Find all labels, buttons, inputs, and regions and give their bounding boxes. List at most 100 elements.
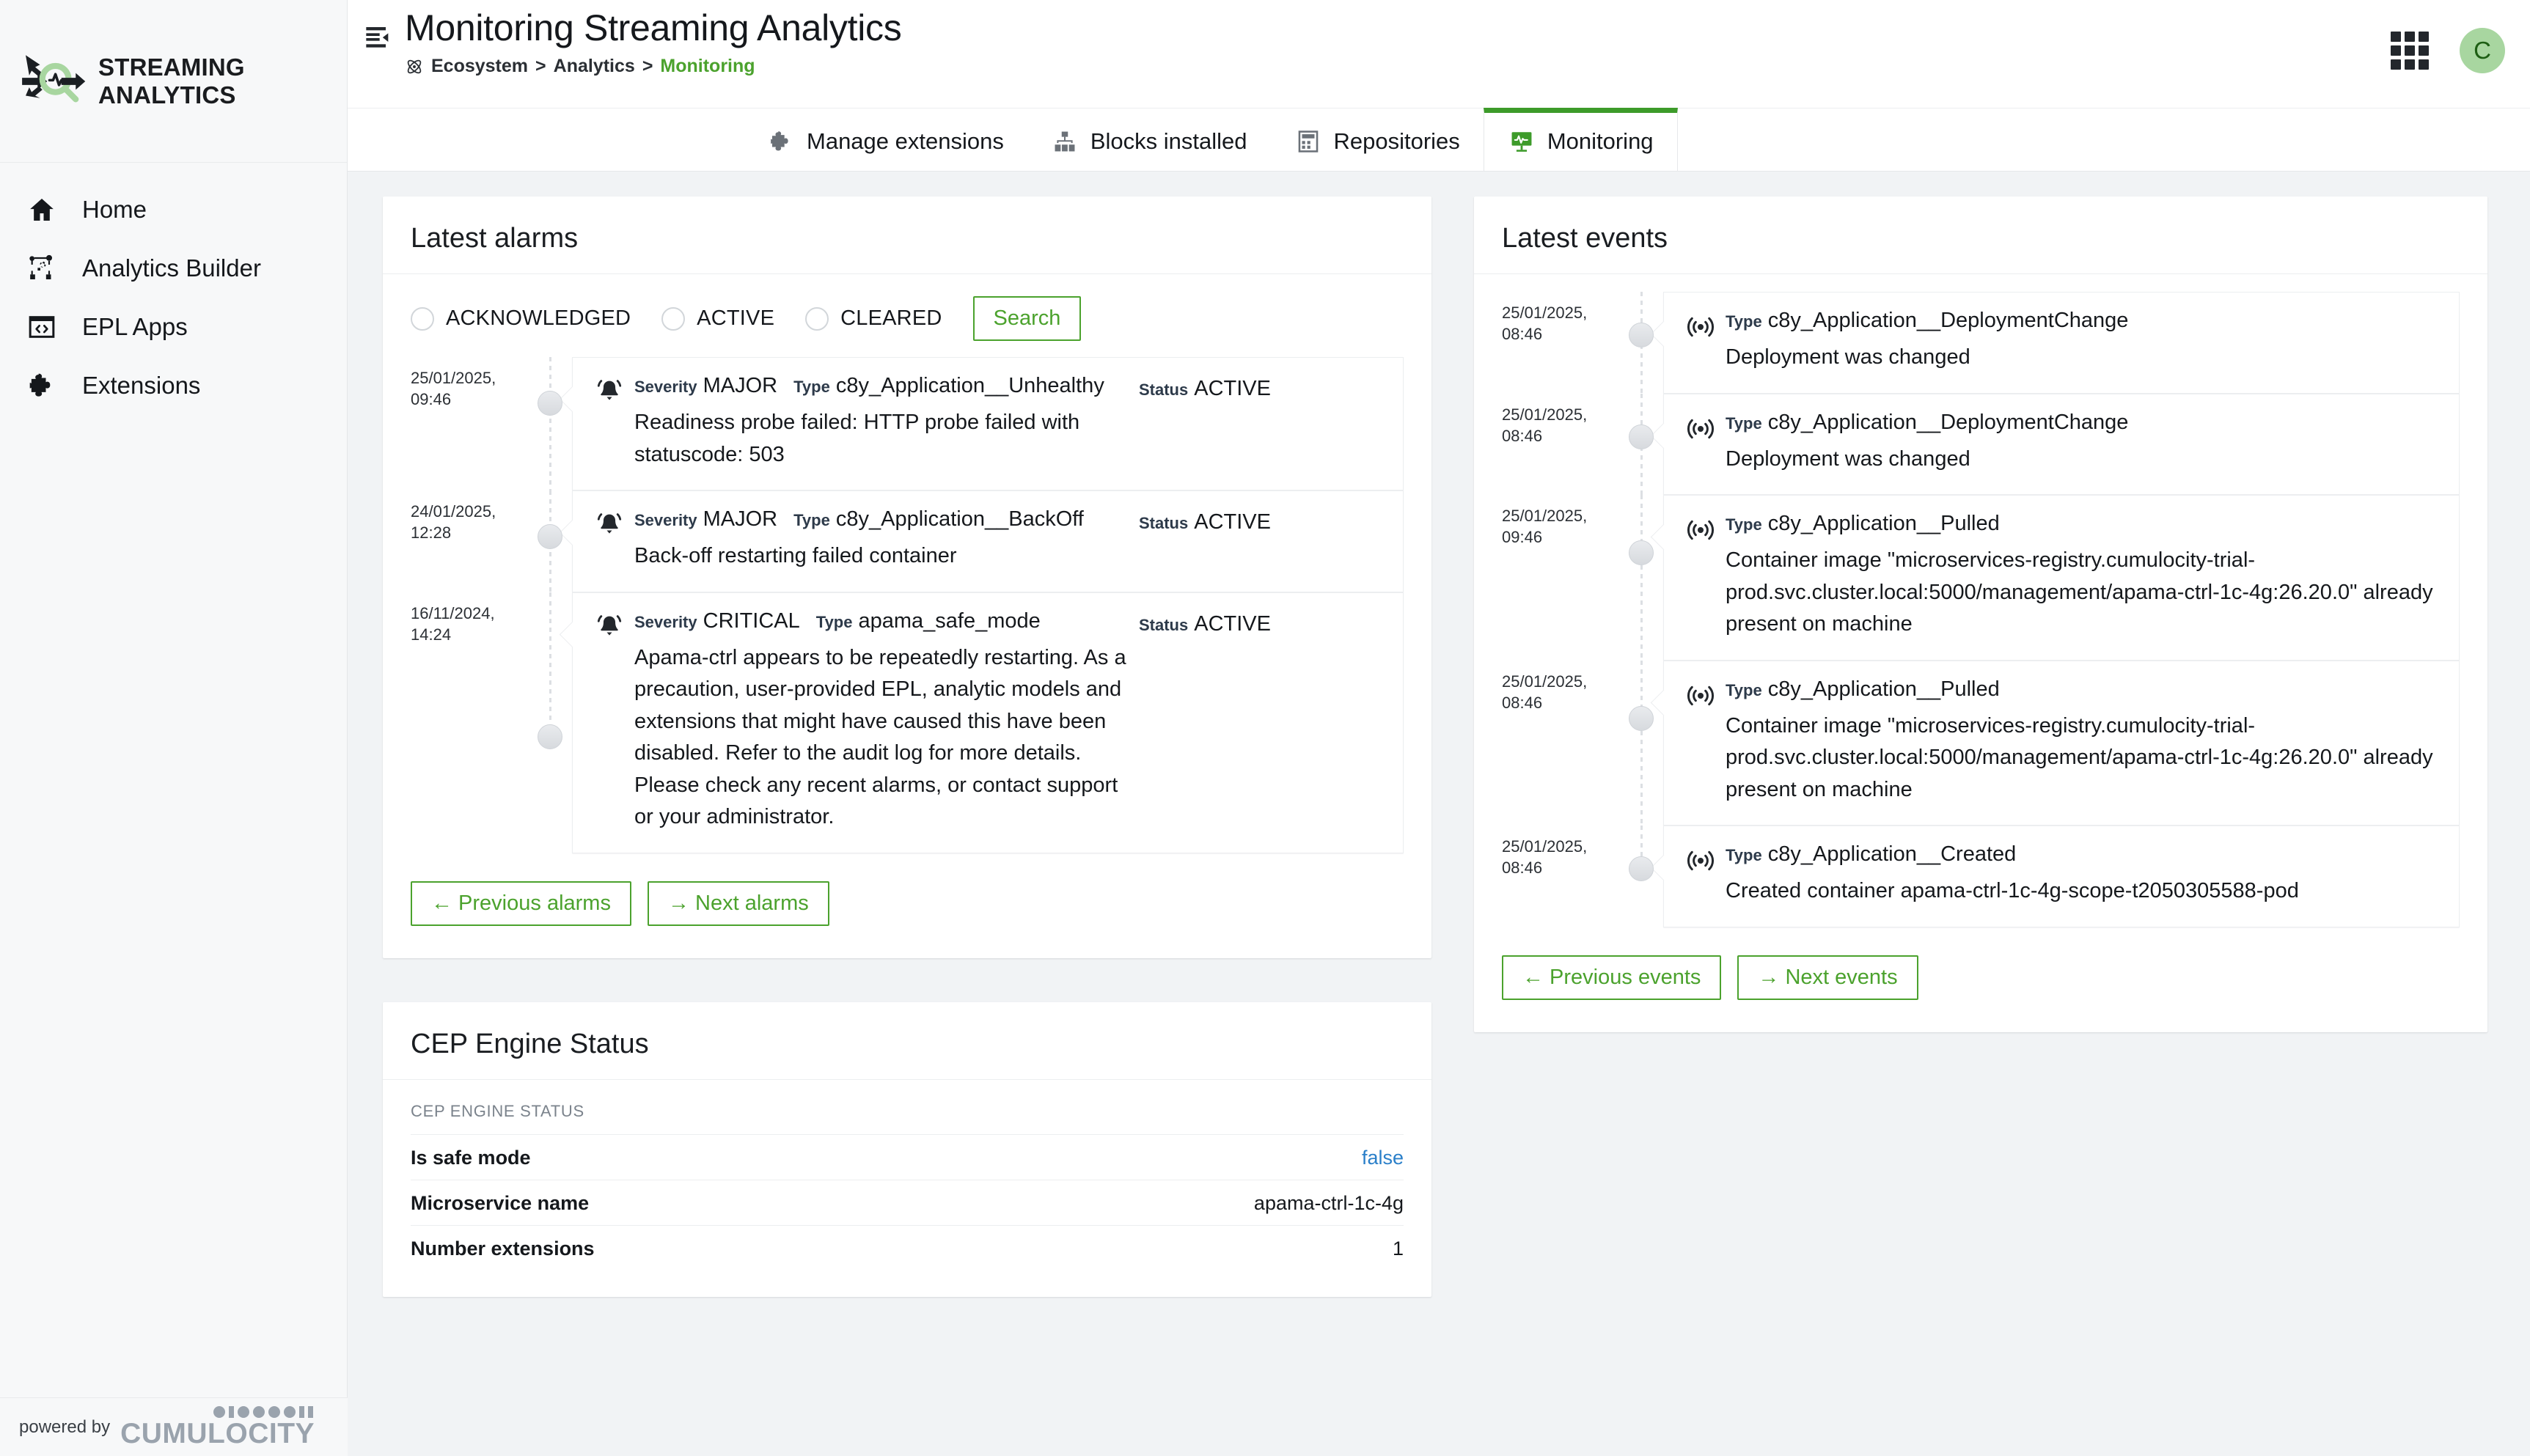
previous-alarms-button[interactable]: ← Previous alarms	[411, 880, 631, 926]
radio-acknowledged-circle[interactable]	[411, 306, 434, 331]
cumulocity-wordmark: CUMULOCITY	[120, 1418, 315, 1449]
topbar: Monitoring Streaming Analytics Ecosystem…	[348, 0, 2530, 109]
event-card[interactable]: Type c8y_Application__Pulled Container i…	[1663, 495, 2460, 661]
sidebar-item-home-label: Home	[82, 196, 147, 223]
timeline-dot	[538, 524, 562, 549]
breadcrumb-item-ecosystem[interactable]: Ecosystem	[431, 56, 528, 77]
radio-acknowledged[interactable]: ACKNOWLEDGED	[411, 306, 631, 331]
cep-engine-status-card: CEP Engine Status CEP ENGINE STATUS Is s…	[383, 1001, 1431, 1297]
event-body: Type c8y_Application__DeploymentChange D…	[1720, 309, 2437, 374]
event-text: Container image "microservices-registry.…	[1726, 713, 2433, 801]
app-root: STREAMING ANALYTICS Home Analytics Build…	[0, 0, 2530, 1456]
timeline-line	[549, 357, 551, 490]
radio-cleared-label: CLEARED	[840, 306, 942, 330]
sidebar-item-extensions[interactable]: Extensions	[0, 356, 347, 415]
alarm-row[interactable]: 16/11/2024, 14:24 Severity CRITICAL Type…	[411, 592, 1404, 853]
tab-monitoring-label: Monitoring	[1547, 128, 1654, 154]
timeline-line	[549, 592, 551, 732]
alarm-row[interactable]: 25/01/2025, 09:46 Severity MAJOR Type c8…	[411, 357, 1404, 490]
event-text: Deployment was changed	[1726, 446, 1970, 471]
event-signal-icon	[1682, 512, 1720, 641]
page-title: Monitoring Streaming Analytics	[405, 7, 902, 48]
alarm-date: 16/11/2024,	[411, 603, 495, 622]
sidebar-item-home[interactable]: Home	[0, 180, 347, 239]
event-timestamp: 25/01/2025, 08:46	[1502, 394, 1619, 496]
breadcrumb-item-monitoring[interactable]: Monitoring	[660, 56, 755, 77]
epl-apps-icon	[25, 310, 59, 344]
timeline-dot	[1629, 705, 1654, 731]
radio-active-circle[interactable]	[661, 306, 686, 331]
grid-apps-icon[interactable]	[2391, 32, 2429, 70]
alarm-body: Severity CRITICAL Type apama_safe_mode A…	[628, 609, 1139, 834]
sidebar-item-analytics-builder[interactable]: Analytics Builder	[0, 239, 347, 298]
latest-alarms-card: Latest alarms ACKNOWLEDGED ACTIVE CLEARE…	[383, 196, 1431, 958]
event-row[interactable]: 25/01/2025, 08:46 Type c8y_Application__…	[1502, 826, 2460, 927]
event-date: 25/01/2025,	[1502, 304, 1588, 322]
timeline-dot	[538, 391, 562, 416]
event-card[interactable]: Type c8y_Application__DeploymentChange D…	[1663, 292, 2460, 394]
event-meta: Type c8y_Application__Pulled	[1726, 677, 2437, 702]
event-timestamp: 25/01/2025, 08:46	[1502, 661, 1619, 826]
alarm-row[interactable]: 24/01/2025, 12:28 Severity MAJOR Type c8…	[411, 490, 1404, 592]
event-row[interactable]: 25/01/2025, 08:46 Type c8y_Application__…	[1502, 393, 2460, 496]
tab-blocks-installed[interactable]: Blocks installed	[1027, 108, 1271, 170]
alarm-bell-icon	[590, 374, 628, 471]
cep-property-value: apama-ctrl-1c-4g	[1253, 1191, 1404, 1214]
breadcrumb-item-analytics[interactable]: Analytics	[554, 56, 635, 77]
radio-cleared-circle[interactable]	[805, 306, 829, 331]
alarm-card[interactable]: Severity MAJOR Type c8y_Application__Bac…	[572, 490, 1404, 592]
repository-icon	[1294, 128, 1322, 155]
event-type-label: Type	[1726, 515, 1762, 534]
timeline-dot	[1629, 424, 1654, 449]
event-row[interactable]: 25/01/2025, 08:46 Type c8y_Application__…	[1502, 660, 2460, 826]
event-card[interactable]: Type c8y_Application__Created Created co…	[1663, 826, 2460, 927]
alarms-timeline: 25/01/2025, 09:46 Severity MAJOR Type c8…	[383, 357, 1431, 853]
event-timestamp: 25/01/2025, 08:46	[1502, 826, 1619, 927]
timeline-dot	[538, 724, 562, 749]
title-block: Monitoring Streaming Analytics Ecosystem…	[405, 0, 902, 77]
event-type-label: Type	[1726, 680, 1762, 699]
radio-active[interactable]: ACTIVE	[661, 306, 774, 331]
previous-events-button[interactable]: ← Previous events	[1502, 955, 1722, 1000]
event-meta: Type c8y_Application__DeploymentChange	[1726, 411, 2437, 435]
breadcrumb: Ecosystem > Analytics > Monitoring	[405, 56, 901, 77]
event-type-label: Type	[1726, 312, 1762, 331]
alarm-card[interactable]: Severity MAJOR Type c8y_Application__Unh…	[572, 357, 1404, 490]
home-icon	[25, 193, 59, 227]
tab-manage-extensions[interactable]: Manage extensions	[744, 108, 1027, 170]
event-signal-icon	[1682, 842, 1720, 908]
tab-monitoring[interactable]: Monitoring	[1483, 108, 1678, 171]
sidebar-item-epl-apps[interactable]: EPL Apps	[0, 298, 347, 356]
brand-title: STREAMING ANALYTICS	[98, 54, 245, 109]
collapse-sidebar-icon[interactable]	[361, 21, 396, 56]
tab-manage-extensions-label: Manage extensions	[807, 128, 1004, 154]
events-pager: ← Previous events → Next events	[1474, 927, 2487, 1032]
next-alarms-button[interactable]: → Next alarms	[647, 880, 829, 926]
event-timestamp: 25/01/2025, 08:46	[1502, 292, 1619, 394]
event-row[interactable]: 25/01/2025, 08:46 Type c8y_Application__…	[1502, 292, 2460, 394]
content-area: Latest alarms ACKNOWLEDGED ACTIVE CLEARE…	[348, 172, 2530, 1456]
cep-property-label: Microservice name	[411, 1191, 590, 1214]
avatar[interactable]: C	[2460, 28, 2505, 73]
brand-header[interactable]: STREAMING ANALYTICS	[0, 0, 347, 163]
alarm-type-value: c8y_Application__Unhealthy	[835, 374, 1104, 397]
search-button[interactable]: Search	[972, 296, 1082, 341]
alarms-filter-row: ACKNOWLEDGED ACTIVE CLEARED Search	[383, 274, 1431, 357]
alarm-timestamp: 24/01/2025, 12:28	[411, 490, 528, 592]
radio-cleared[interactable]: CLEARED	[805, 306, 942, 331]
alarm-body: Severity MAJOR Type c8y_Application__Bac…	[628, 507, 1139, 573]
next-events-button[interactable]: → Next events	[1737, 955, 1918, 1000]
event-card[interactable]: Type c8y_Application__Pulled Container i…	[1663, 660, 2460, 826]
event-row[interactable]: 25/01/2025, 09:46 Type c8y_Application__…	[1502, 495, 2460, 661]
cep-property-value[interactable]: false	[1362, 1147, 1404, 1169]
alarm-severity-value: MAJOR	[703, 374, 778, 397]
powered-by-label: powered by	[19, 1416, 111, 1437]
alarm-card[interactable]: Severity CRITICAL Type apama_safe_mode A…	[572, 592, 1404, 853]
event-card[interactable]: Type c8y_Application__DeploymentChange D…	[1663, 393, 2460, 495]
alarm-time: 12:28	[411, 523, 452, 543]
tab-repositories[interactable]: Repositories	[1271, 108, 1484, 170]
cep-property-label: Number extensions	[411, 1237, 595, 1260]
topbar-actions: C	[2391, 28, 2505, 73]
timeline-rail	[1619, 826, 1663, 927]
analytics-builder-icon	[25, 251, 59, 285]
